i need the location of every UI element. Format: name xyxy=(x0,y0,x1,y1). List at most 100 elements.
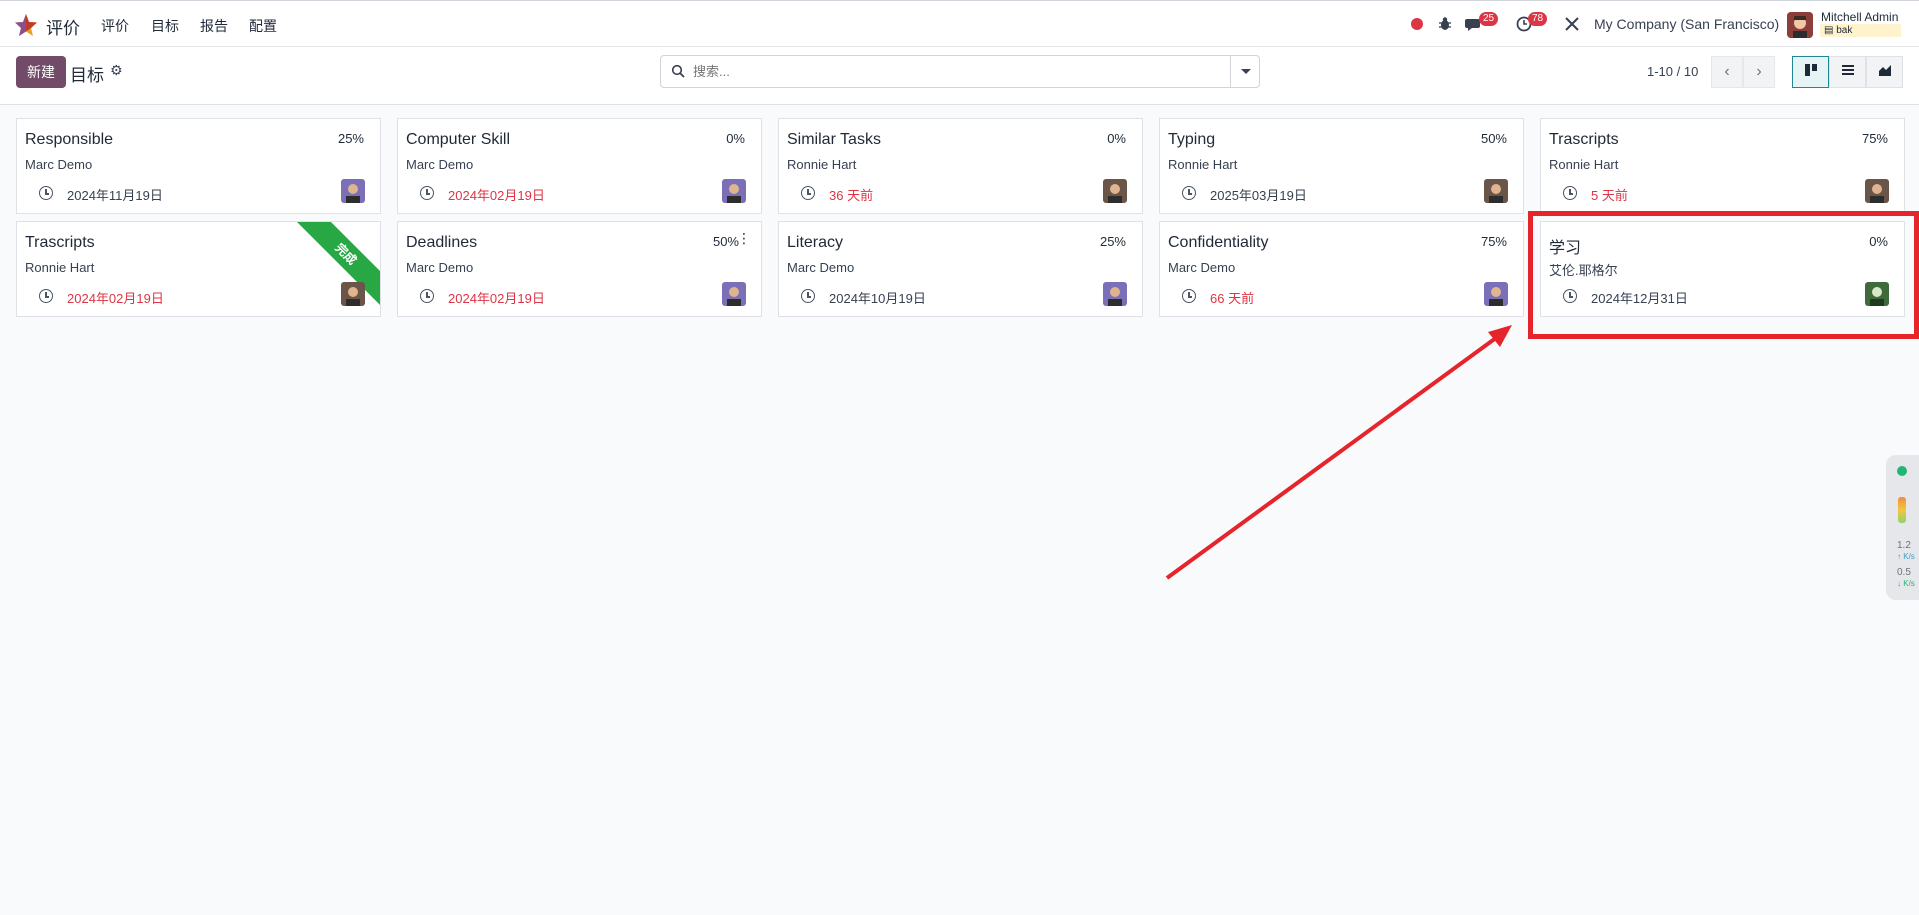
network-monitor-widget[interactable]: 1.2 ↑ K/s 0.5 ↓ K/s xyxy=(1886,455,1919,600)
deadline-date: 36 天前 xyxy=(829,188,874,203)
company-switcher[interactable]: My Company (San Francisco) xyxy=(1594,16,1779,32)
employee-name: Marc Demo xyxy=(1168,260,1236,275)
goal-card[interactable]: Trascripts 75% Ronnie Hart 5 天前 xyxy=(1540,118,1905,214)
goal-progress: 0% xyxy=(1107,131,1126,146)
search-icon xyxy=(671,64,685,78)
goal-title: Trascripts xyxy=(25,234,95,251)
goal-progress: 75% xyxy=(1861,131,1888,146)
user-avatar[interactable] xyxy=(1787,12,1813,38)
employee-avatar[interactable] xyxy=(1103,179,1127,203)
menu-item-reporting[interactable]: 报告 xyxy=(200,16,228,36)
pager-previous-button[interactable]: ‹ xyxy=(1711,56,1743,88)
clock-icon[interactable] xyxy=(420,186,434,200)
chat-badge: 25 xyxy=(1479,12,1499,26)
status-dot-icon xyxy=(1897,466,1907,476)
search-options-toggle[interactable] xyxy=(1230,56,1259,87)
goal-card[interactable]: Computer Skill 0% Marc Demo 2024年02月19日 xyxy=(397,118,762,214)
goal-card[interactable]: Confidentiality 75% Marc Demo 66 天前 xyxy=(1159,221,1524,317)
deadline-date: 2024年10月19日 xyxy=(829,291,926,306)
goal-title: Confidentiality xyxy=(1168,234,1269,251)
employee-name: Ronnie Hart xyxy=(25,260,95,275)
gear-icon[interactable]: ⚙ xyxy=(110,62,123,79)
deadline-date: 2024年02月19日 xyxy=(448,291,545,306)
employee-avatar[interactable] xyxy=(341,179,365,203)
goal-title: Literacy xyxy=(787,234,844,251)
recording-indicator-icon[interactable] xyxy=(1411,18,1423,30)
goal-title: Deadlines xyxy=(406,234,478,251)
goal-progress: 25% xyxy=(1099,234,1126,249)
deadline-date: 2024年11月19日 xyxy=(67,188,163,203)
clock-icon[interactable] xyxy=(801,289,815,303)
employee-name: Marc Demo xyxy=(406,260,474,275)
employee-avatar[interactable] xyxy=(341,282,365,306)
goal-card[interactable]: 完成 Trascripts Ronnie Hart 2024年02月19日 xyxy=(16,221,381,317)
goal-card[interactable]: Similar Tasks 0% Ronnie Hart 36 天前 xyxy=(778,118,1143,214)
new-button[interactable]: 新建 xyxy=(16,56,66,88)
database-name: ▤ bak xyxy=(1820,24,1901,37)
employee-avatar[interactable] xyxy=(722,282,746,306)
app-name[interactable]: 评价 xyxy=(46,14,80,39)
employee-name: Ronnie Hart xyxy=(1168,157,1238,172)
deadline-date: 2024年02月19日 xyxy=(67,291,164,306)
annotation-arrow xyxy=(1165,325,1512,580)
control-panel: 新建 目标 ⚙ 1-10 / 10 ‹ › xyxy=(0,47,1919,105)
kanban-view-button[interactable] xyxy=(1792,56,1829,88)
graph-view-button[interactable] xyxy=(1866,56,1903,88)
employee-avatar[interactable] xyxy=(1484,282,1508,306)
deadline-date: 2025年03月19日 xyxy=(1210,188,1307,203)
list-icon xyxy=(1841,65,1854,75)
clock-icon[interactable] xyxy=(801,186,815,200)
employee-avatar[interactable] xyxy=(1103,282,1127,306)
app-logo-icon[interactable] xyxy=(14,13,38,37)
goal-progress: 25% xyxy=(337,131,364,146)
goal-title: Responsible xyxy=(25,131,114,148)
page-title: 目标 xyxy=(70,66,104,85)
clock-icon[interactable] xyxy=(1563,186,1577,200)
goal-card[interactable]: Deadlines 50% ⋮ Marc Demo 2024年02月19日 xyxy=(397,221,762,317)
goal-card[interactable]: Literacy 25% Marc Demo 2024年10月19日 xyxy=(778,221,1143,317)
menu-item-configuration[interactable]: 配置 xyxy=(249,16,277,36)
pager-value[interactable]: 1-10 / 10 xyxy=(1647,64,1698,79)
top-navbar: 评价 评价 目标 报告 配置 25 78 My Company (San Fra… xyxy=(0,0,1919,47)
clock-icon[interactable] xyxy=(1182,289,1196,303)
pager-next-button[interactable]: › xyxy=(1743,56,1775,88)
employee-avatar[interactable] xyxy=(1484,179,1508,203)
goal-title: Computer Skill xyxy=(406,131,511,148)
user-name[interactable]: Mitchell Admin xyxy=(1821,10,1898,24)
activity-badge: 78 xyxy=(1528,12,1548,26)
employee-name: Marc Demo xyxy=(787,260,855,275)
clock-icon[interactable] xyxy=(39,186,53,200)
clock-icon[interactable] xyxy=(420,289,434,303)
goal-title: Similar Tasks xyxy=(787,131,881,148)
deadline-date: 2024年02月19日 xyxy=(448,188,545,203)
clock-icon[interactable] xyxy=(39,289,53,303)
tools-icon[interactable] xyxy=(1563,15,1581,33)
employee-avatar[interactable] xyxy=(722,179,746,203)
database-label: bak xyxy=(1836,25,1853,36)
employee-avatar[interactable] xyxy=(1865,179,1889,203)
menu-item-appraisals[interactable]: 评价 xyxy=(101,16,129,36)
download-speed: 0.5 xyxy=(1897,567,1911,578)
clock-icon[interactable] xyxy=(1182,186,1196,200)
goal-title: Typing xyxy=(1168,131,1216,148)
goal-progress: 75% xyxy=(1480,234,1507,249)
employee-name: Marc Demo xyxy=(406,157,474,172)
search-bar xyxy=(660,55,1260,88)
list-view-button[interactable] xyxy=(1829,56,1866,88)
deadline-date: 5 天前 xyxy=(1591,188,1628,203)
goal-card[interactable]: Responsible 25% Marc Demo 2024年11月19日 xyxy=(16,118,381,214)
bug-icon[interactable] xyxy=(1436,15,1454,33)
goal-card[interactable]: Typing 50% Ronnie Hart 2025年03月19日 xyxy=(1159,118,1524,214)
upload-speed: 1.2 xyxy=(1897,540,1911,551)
area-chart-icon xyxy=(1878,65,1891,76)
goal-progress: 50% xyxy=(712,234,739,249)
goal-progress: 0% xyxy=(726,131,745,146)
kebab-menu-icon[interactable]: ⋮ xyxy=(737,230,751,247)
usage-bar-icon xyxy=(1898,497,1906,523)
search-input[interactable] xyxy=(693,56,1213,87)
kanban-icon xyxy=(1804,64,1817,76)
employee-name: Ronnie Hart xyxy=(1549,157,1619,172)
highlight-box xyxy=(1528,211,1919,339)
upload-unit: ↑ K/s xyxy=(1897,552,1915,561)
menu-item-goals[interactable]: 目标 xyxy=(151,16,179,36)
